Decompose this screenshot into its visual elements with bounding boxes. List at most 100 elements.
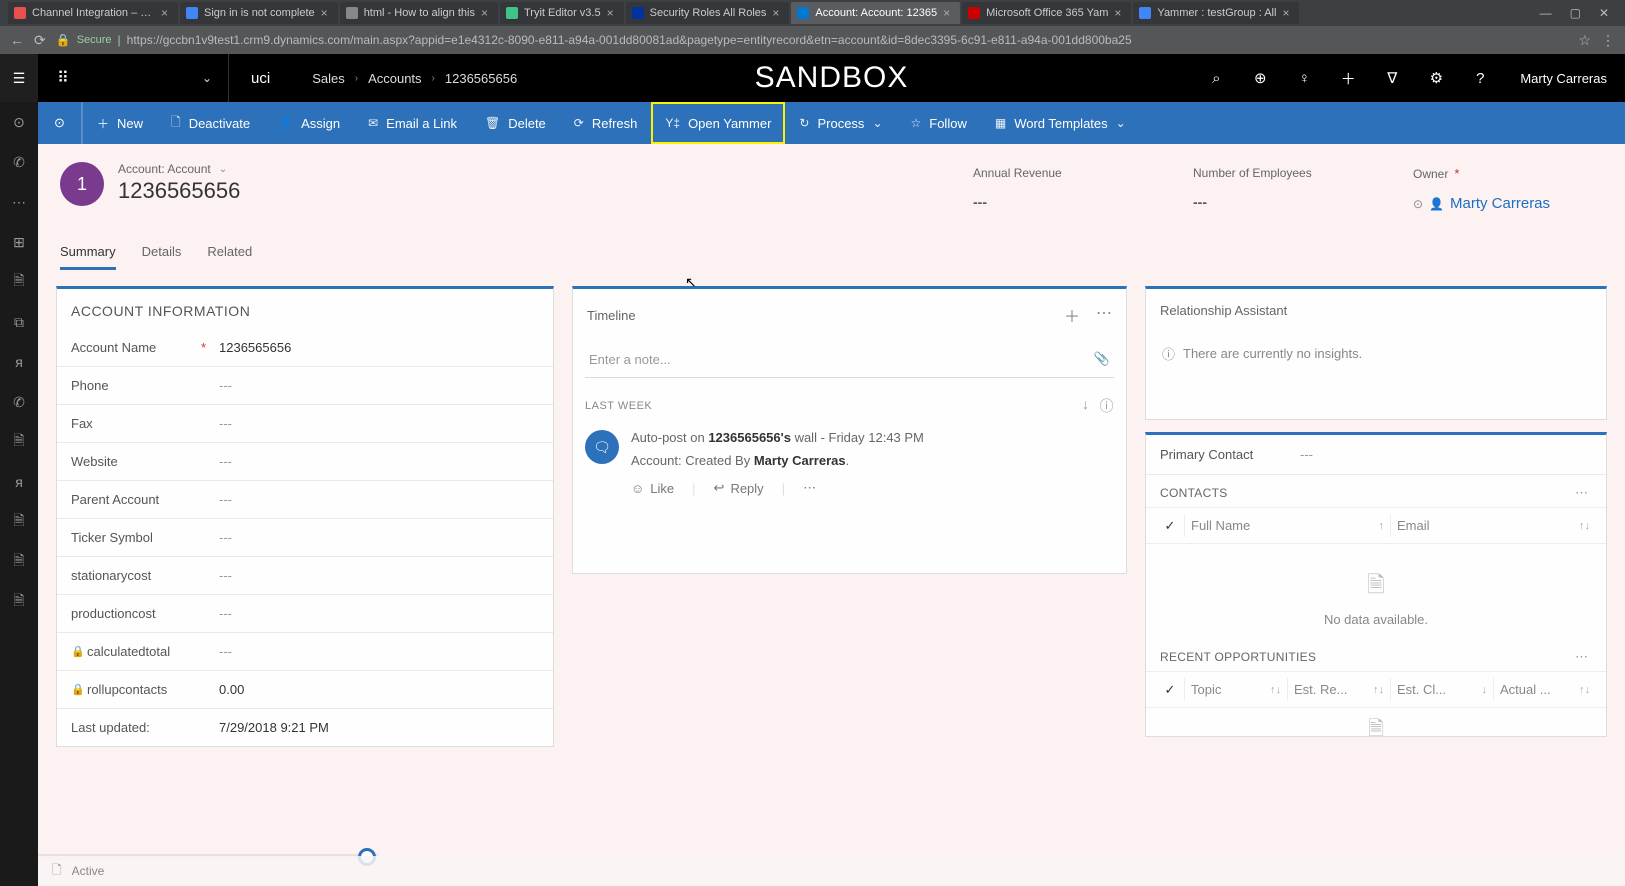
item-more-icon[interactable]: ⋯: [803, 480, 816, 496]
close-window-icon[interactable]: ✕: [1599, 6, 1609, 20]
maximize-icon[interactable]: ▢: [1570, 6, 1581, 20]
nav-more-icon[interactable]: ⋯: [0, 182, 38, 222]
browser-tab[interactable]: Yammer : testGroup : All×: [1133, 2, 1299, 24]
nav-comp2-icon[interactable]: 🗎: [0, 542, 38, 582]
section-more-icon[interactable]: ⋯: [1575, 649, 1592, 665]
field-phone[interactable]: Phone---: [57, 367, 553, 405]
close-icon[interactable]: ×: [607, 6, 614, 20]
open-yammer-button[interactable]: Y‡Open Yammer: [651, 102, 785, 144]
field-calculatedtotal[interactable]: 🔒calculatedtotal---: [57, 633, 553, 671]
nav-activities-icon[interactable]: 🗎: [0, 262, 38, 302]
field-ticker[interactable]: Ticker Symbol---: [57, 519, 553, 557]
back-icon[interactable]: ←: [10, 32, 24, 48]
info-icon[interactable]: ⓘ: [1100, 396, 1115, 416]
help-icon[interactable]: ?: [1458, 54, 1502, 102]
nav-back-icon[interactable]: ⊙: [0, 102, 38, 142]
reply-button[interactable]: ↩Reply: [714, 480, 764, 496]
nav-contacts-icon[interactable]: ᴙ: [0, 342, 38, 382]
word-templates-button[interactable]: ▦Word Templates⌄: [981, 102, 1140, 144]
field-fax[interactable]: Fax---: [57, 405, 553, 443]
menu-icon[interactable]: ⋮: [1601, 32, 1615, 49]
col-actual[interactable]: Actual ...↑↓: [1493, 678, 1596, 701]
field-account-name[interactable]: Account Name*1236565656: [57, 329, 553, 367]
field-website[interactable]: Website---: [57, 443, 553, 481]
filter-icon[interactable]: ∇: [1370, 54, 1414, 102]
follow-button[interactable]: ☆Follow: [897, 102, 981, 144]
form-tabs: Summary Details Related: [38, 218, 1625, 270]
hamburger-icon[interactable]: ☰: [0, 54, 38, 102]
browser-tab[interactable]: html - How to align this×: [340, 2, 498, 24]
url-input[interactable]: 🔒 Secure | https://gccbn1v9test1.crm9.dy…: [56, 33, 1569, 47]
record-type-label[interactable]: Account: Account⌄: [118, 162, 240, 176]
browser-tab[interactable]: Channel Integration – Fig×: [8, 2, 178, 24]
nav-other-icon[interactable]: 🗎: [0, 582, 38, 622]
field-stationarycost[interactable]: stationarycost---: [57, 557, 553, 595]
browser-tab[interactable]: Tryit Editor v3.5×: [500, 2, 624, 24]
col-topic[interactable]: Topic↑↓: [1184, 678, 1287, 701]
nav-accounts-icon[interactable]: ⧉: [0, 302, 38, 342]
process-button[interactable]: ↻Process⌄: [785, 102, 896, 144]
select-all-icon[interactable]: ✓: [1156, 518, 1184, 534]
cmd-back-icon[interactable]: ⊙: [38, 102, 82, 144]
tab-related[interactable]: Related: [207, 244, 252, 270]
refresh-button[interactable]: ⟳Refresh: [560, 102, 652, 144]
section-more-icon[interactable]: ⋯: [1575, 485, 1592, 501]
minimize-icon[interactable]: —: [1540, 6, 1552, 20]
assign-button[interactable]: 👤Assign: [264, 102, 354, 144]
nav-comp-icon[interactable]: 🗎: [0, 502, 38, 542]
field-parent-account[interactable]: Parent Account---: [57, 481, 553, 519]
sort-icon[interactable]: ↓: [1082, 396, 1090, 416]
close-icon[interactable]: ×: [772, 6, 779, 20]
area-selector[interactable]: ⌄: [88, 71, 228, 85]
timeline-more-icon[interactable]: ⋯: [1096, 303, 1112, 327]
search-icon[interactable]: ⌕: [1194, 54, 1238, 102]
app-launcher-icon[interactable]: ⠿: [38, 54, 88, 102]
col-fullname[interactable]: Full Name↑: [1184, 514, 1390, 537]
tab-details[interactable]: Details: [142, 244, 182, 270]
form-body: ↖ 1 Account: Account⌄ 1236565656 Annual …: [38, 144, 1625, 886]
user-name[interactable]: Marty Carreras: [1502, 71, 1625, 86]
email-link-button[interactable]: ✉Email a Link: [354, 102, 471, 144]
nav-social-icon[interactable]: ✆: [0, 382, 38, 422]
browser-tab[interactable]: Sign in is not complete×: [180, 2, 338, 24]
note-input[interactable]: Enter a note...📎: [585, 341, 1114, 378]
reload-icon[interactable]: ⟳: [34, 32, 46, 49]
nav-call-icon[interactable]: ✆: [0, 142, 38, 182]
deactivate-button[interactable]: 🗋Deactivate: [157, 102, 264, 144]
timeline-item[interactable]: 🗨 Auto-post on 1236565656's wall - Frida…: [573, 420, 1126, 506]
chevron-right-icon: ›: [355, 73, 358, 84]
tab-summary[interactable]: Summary: [60, 244, 116, 270]
browser-tab-active[interactable]: Account: Account: 12365×: [791, 2, 960, 24]
field-rollupcontacts[interactable]: 🔒rollupcontacts0.00: [57, 671, 553, 709]
add-activity-icon[interactable]: ＋: [1064, 303, 1080, 327]
ra-title: Relationship Assistant: [1146, 289, 1606, 328]
select-all-icon[interactable]: ✓: [1156, 682, 1184, 698]
field-productioncost[interactable]: productioncost---: [57, 595, 553, 633]
breadcrumb-module[interactable]: Sales: [312, 71, 345, 86]
new-button[interactable]: ＋New: [82, 102, 157, 144]
attachment-icon[interactable]: 📎: [1094, 351, 1110, 367]
like-button[interactable]: ☺Like: [631, 481, 674, 496]
close-icon[interactable]: ×: [481, 6, 488, 20]
browser-tab[interactable]: Microsoft Office 365 Yam×: [962, 2, 1131, 24]
nav-page-icon[interactable]: 🗎: [0, 422, 38, 462]
close-icon[interactable]: ×: [1282, 6, 1289, 20]
breadcrumb-entity[interactable]: Accounts: [368, 71, 421, 86]
task-icon[interactable]: ⊕: [1238, 54, 1282, 102]
col-est-close[interactable]: Est. Cl...↓: [1390, 678, 1493, 701]
close-icon[interactable]: ×: [161, 6, 168, 20]
primary-contact-field[interactable]: Primary Contact---: [1146, 435, 1606, 475]
browser-tab[interactable]: Security Roles All Roles×: [626, 2, 790, 24]
nav-people-icon[interactable]: ᴙ: [0, 462, 38, 502]
close-icon[interactable]: ×: [321, 6, 328, 20]
close-icon[interactable]: ×: [1114, 6, 1121, 20]
col-est-rev[interactable]: Est. Re...↑↓: [1287, 678, 1390, 701]
star-icon[interactable]: ☆: [1578, 32, 1591, 49]
close-icon[interactable]: ×: [943, 6, 950, 20]
add-icon[interactable]: ＋: [1326, 54, 1370, 102]
assist-icon[interactable]: ♀: [1282, 54, 1326, 102]
col-email[interactable]: Email↑↓: [1390, 514, 1596, 537]
delete-button[interactable]: 🗑Delete: [471, 102, 560, 144]
nav-dashboard-icon[interactable]: ⊞: [0, 222, 38, 262]
settings-icon[interactable]: ⚙: [1414, 54, 1458, 102]
